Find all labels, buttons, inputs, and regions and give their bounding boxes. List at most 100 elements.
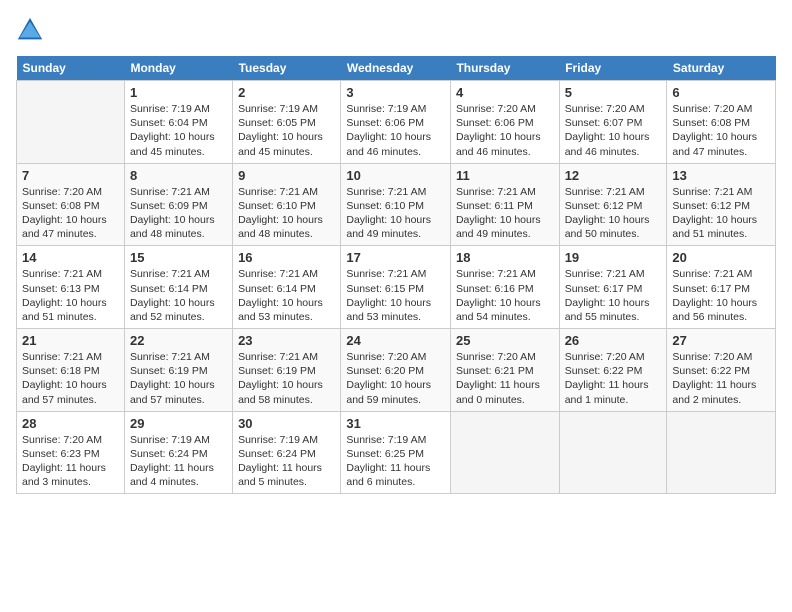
calendar-cell: 26 Sunrise: 7:20 AM Sunset: 6:22 PM Dayli… <box>559 329 667 412</box>
week-row-3: 14 Sunrise: 7:21 AM Sunset: 6:13 PM Dayli… <box>17 246 776 329</box>
calendar-cell: 29 Sunrise: 7:19 AM Sunset: 6:24 PM Dayli… <box>124 411 232 494</box>
cell-info: Sunrise: 7:21 AM Sunset: 6:19 PM Dayligh… <box>238 351 323 406</box>
cell-info: Sunrise: 7:21 AM Sunset: 6:16 PM Dayligh… <box>456 268 541 323</box>
day-number: 14 <box>22 250 119 265</box>
day-header-wednesday: Wednesday <box>341 56 451 81</box>
day-number: 20 <box>672 250 770 265</box>
calendar-cell: 30 Sunrise: 7:19 AM Sunset: 6:24 PM Dayli… <box>233 411 341 494</box>
calendar-cell: 20 Sunrise: 7:21 AM Sunset: 6:17 PM Dayli… <box>667 246 776 329</box>
day-number: 4 <box>456 85 554 100</box>
calendar-cell: 18 Sunrise: 7:21 AM Sunset: 6:16 PM Dayli… <box>450 246 559 329</box>
day-header-saturday: Saturday <box>667 56 776 81</box>
calendar-cell: 21 Sunrise: 7:21 AM Sunset: 6:18 PM Dayli… <box>17 329 125 412</box>
cell-info: Sunrise: 7:19 AM Sunset: 6:24 PM Dayligh… <box>130 434 214 489</box>
calendar-cell: 19 Sunrise: 7:21 AM Sunset: 6:17 PM Dayli… <box>559 246 667 329</box>
cell-info: Sunrise: 7:21 AM Sunset: 6:12 PM Dayligh… <box>672 186 757 241</box>
day-header-tuesday: Tuesday <box>233 56 341 81</box>
cell-info: Sunrise: 7:19 AM Sunset: 6:24 PM Dayligh… <box>238 434 322 489</box>
cell-info: Sunrise: 7:21 AM Sunset: 6:17 PM Dayligh… <box>565 268 650 323</box>
cell-info: Sunrise: 7:21 AM Sunset: 6:10 PM Dayligh… <box>346 186 431 241</box>
calendar-cell: 3 Sunrise: 7:19 AM Sunset: 6:06 PM Daylig… <box>341 81 451 164</box>
calendar-cell: 8Sunrise: 7:21 AM Sunset: 6:09 PM Daylig… <box>124 163 232 246</box>
calendar-cell: 25Sunrise: 7:20 AM Sunset: 6:21 PM Dayli… <box>450 329 559 412</box>
cell-info: Sunrise: 7:20 AM Sunset: 6:06 PM Dayligh… <box>456 103 541 158</box>
cell-info: Sunrise: 7:20 AM Sunset: 6:07 PM Dayligh… <box>565 103 650 158</box>
cell-info: Sunrise: 7:20 AM Sunset: 6:08 PM Dayligh… <box>22 186 107 241</box>
day-number: 17 <box>346 250 445 265</box>
cell-info: Sunrise: 7:20 AM Sunset: 6:22 PM Dayligh… <box>565 351 649 406</box>
cell-info: Sunrise: 7:21 AM Sunset: 6:10 PM Dayligh… <box>238 186 323 241</box>
week-row-1: 1 Sunrise: 7:19 AM Sunset: 6:04 PM Daylig… <box>17 81 776 164</box>
cell-info: Sunrise: 7:21 AM Sunset: 6:17 PM Dayligh… <box>672 268 757 323</box>
cell-info: Sunrise: 7:20 AM Sunset: 6:20 PM Dayligh… <box>346 351 431 406</box>
day-number: 24 <box>346 333 445 348</box>
cell-info: Sunrise: 7:19 AM Sunset: 6:04 PM Dayligh… <box>130 103 215 158</box>
cell-info: Sunrise: 7:21 AM Sunset: 6:14 PM Dayligh… <box>238 268 323 323</box>
calendar-cell: 27 Sunrise: 7:20 AM Sunset: 6:22 PM Dayli… <box>667 329 776 412</box>
cell-info: Sunrise: 7:19 AM Sunset: 6:25 PM Dayligh… <box>346 434 430 489</box>
calendar-cell: 31Sunrise: 7:19 AM Sunset: 6:25 PM Dayli… <box>341 411 451 494</box>
cell-info: Sunrise: 7:21 AM Sunset: 6:12 PM Dayligh… <box>565 186 650 241</box>
day-number: 7 <box>22 168 119 183</box>
calendar-cell: 22 Sunrise: 7:21 AM Sunset: 6:19 PM Dayli… <box>124 329 232 412</box>
day-header-friday: Friday <box>559 56 667 81</box>
day-number: 1 <box>130 85 227 100</box>
cell-info: Sunrise: 7:21 AM Sunset: 6:14 PM Dayligh… <box>130 268 215 323</box>
calendar-cell: 13 Sunrise: 7:21 AM Sunset: 6:12 PM Dayli… <box>667 163 776 246</box>
cell-info: Sunrise: 7:21 AM Sunset: 6:09 PM Dayligh… <box>130 186 215 241</box>
cell-info: Sunrise: 7:20 AM Sunset: 6:08 PM Dayligh… <box>672 103 757 158</box>
calendar-cell: 5Sunrise: 7:20 AM Sunset: 6:07 PM Daylig… <box>559 81 667 164</box>
calendar-cell: 23 Sunrise: 7:21 AM Sunset: 6:19 PM Dayli… <box>233 329 341 412</box>
day-number: 2 <box>238 85 335 100</box>
day-number: 3 <box>346 85 445 100</box>
logo <box>16 16 48 44</box>
cell-info: Sunrise: 7:20 AM Sunset: 6:22 PM Dayligh… <box>672 351 756 406</box>
cell-info: Sunrise: 7:20 AM Sunset: 6:23 PM Dayligh… <box>22 434 106 489</box>
day-number: 11 <box>456 168 554 183</box>
page-header <box>16 16 776 44</box>
calendar-cell: 15 Sunrise: 7:21 AM Sunset: 6:14 PM Dayli… <box>124 246 232 329</box>
cell-info: Sunrise: 7:19 AM Sunset: 6:06 PM Dayligh… <box>346 103 431 158</box>
day-number: 6 <box>672 85 770 100</box>
calendar-cell: 7 Sunrise: 7:20 AM Sunset: 6:08 PM Daylig… <box>17 163 125 246</box>
day-number: 15 <box>130 250 227 265</box>
day-number: 23 <box>238 333 335 348</box>
day-number: 16 <box>238 250 335 265</box>
calendar-cell: 11Sunrise: 7:21 AM Sunset: 6:11 PM Dayli… <box>450 163 559 246</box>
calendar-cell <box>667 411 776 494</box>
calendar-cell: 4 Sunrise: 7:20 AM Sunset: 6:06 PM Daylig… <box>450 81 559 164</box>
day-header-sunday: Sunday <box>17 56 125 81</box>
cell-info: Sunrise: 7:19 AM Sunset: 6:05 PM Dayligh… <box>238 103 323 158</box>
calendar-cell: 1 Sunrise: 7:19 AM Sunset: 6:04 PM Daylig… <box>124 81 232 164</box>
day-number: 30 <box>238 416 335 431</box>
days-header-row: SundayMondayTuesdayWednesdayThursdayFrid… <box>17 56 776 81</box>
day-number: 29 <box>130 416 227 431</box>
day-number: 25 <box>456 333 554 348</box>
day-number: 9 <box>238 168 335 183</box>
calendar-table: SundayMondayTuesdayWednesdayThursdayFrid… <box>16 56 776 494</box>
day-header-monday: Monday <box>124 56 232 81</box>
day-number: 19 <box>565 250 662 265</box>
cell-info: Sunrise: 7:21 AM Sunset: 6:18 PM Dayligh… <box>22 351 107 406</box>
calendar-cell <box>559 411 667 494</box>
calendar-cell: 10 Sunrise: 7:21 AM Sunset: 6:10 PM Dayli… <box>341 163 451 246</box>
week-row-4: 21 Sunrise: 7:21 AM Sunset: 6:18 PM Dayli… <box>17 329 776 412</box>
day-number: 22 <box>130 333 227 348</box>
day-number: 13 <box>672 168 770 183</box>
calendar-cell: 2 Sunrise: 7:19 AM Sunset: 6:05 PM Daylig… <box>233 81 341 164</box>
day-number: 18 <box>456 250 554 265</box>
day-number: 21 <box>22 333 119 348</box>
calendar-cell: 14 Sunrise: 7:21 AM Sunset: 6:13 PM Dayli… <box>17 246 125 329</box>
cell-info: Sunrise: 7:21 AM Sunset: 6:13 PM Dayligh… <box>22 268 107 323</box>
calendar-cell: 24 Sunrise: 7:20 AM Sunset: 6:20 PM Dayli… <box>341 329 451 412</box>
calendar-cell: 17 Sunrise: 7:21 AM Sunset: 6:15 PM Dayli… <box>341 246 451 329</box>
day-number: 27 <box>672 333 770 348</box>
cell-info: Sunrise: 7:21 AM Sunset: 6:15 PM Dayligh… <box>346 268 431 323</box>
day-number: 10 <box>346 168 445 183</box>
calendar-cell: 9 Sunrise: 7:21 AM Sunset: 6:10 PM Daylig… <box>233 163 341 246</box>
calendar-cell <box>450 411 559 494</box>
week-row-5: 28Sunrise: 7:20 AM Sunset: 6:23 PM Dayli… <box>17 411 776 494</box>
calendar-cell: 16 Sunrise: 7:21 AM Sunset: 6:14 PM Dayli… <box>233 246 341 329</box>
day-number: 26 <box>565 333 662 348</box>
cell-info: Sunrise: 7:21 AM Sunset: 6:19 PM Dayligh… <box>130 351 215 406</box>
